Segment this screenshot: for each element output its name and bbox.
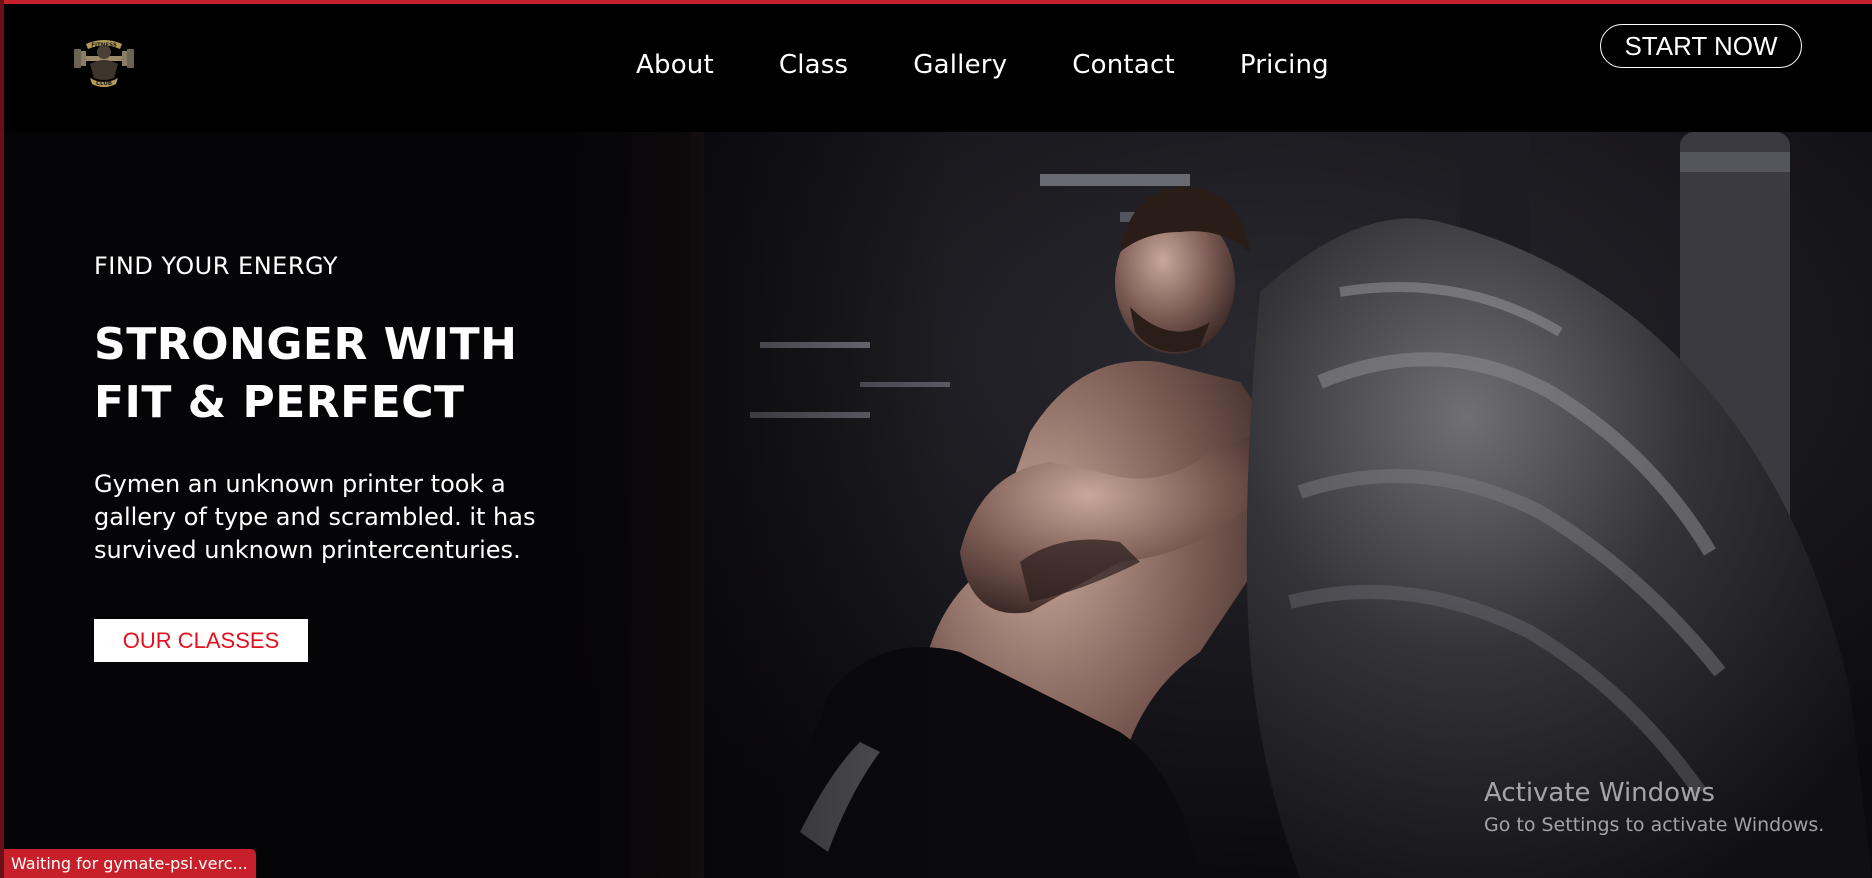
our-classes-button[interactable]: OUR CLASSES — [94, 619, 308, 662]
dumbbell-fitness-club-logo-icon: FITNESS CLUB — [74, 40, 134, 87]
page: FITNESS CLUB About Class Gallery Contact… — [0, 0, 1872, 878]
activate-windows-subtitle: Go to Settings to activate Windows. — [1484, 814, 1825, 836]
start-now-button[interactable]: START NOW — [1600, 24, 1802, 68]
fitness-club-logo[interactable]: FITNESS CLUB — [72, 34, 136, 90]
hero-section: FIND YOUR ENERGY STRONGER WITH FIT & PER… — [0, 132, 1872, 878]
left-accent-bar — [0, 0, 4, 878]
activate-windows-watermark: Activate Windows Go to Settings to activ… — [1484, 778, 1824, 836]
hero-eyebrow: FIND YOUR ENERGY — [94, 252, 339, 280]
logo-text-bottom: CLUB — [96, 81, 112, 87]
hero-content: FIND YOUR ENERGY STRONGER WITH FIT & PER… — [94, 252, 574, 662]
activate-windows-title: Activate Windows — [1484, 778, 1715, 808]
browser-status-bar: Waiting for gymate-psi.verc... — [4, 849, 256, 878]
hero-headline: STRONGER WITH FIT & PERFECT — [94, 316, 574, 432]
nav-link-about[interactable]: About — [636, 50, 714, 80]
logo-text-top: FITNESS — [91, 43, 117, 49]
nav-link-pricing[interactable]: Pricing — [1240, 50, 1329, 80]
hero-headline-line-1: STRONGER WITH — [94, 319, 518, 370]
navbar: FITNESS CLUB About Class Gallery Contact… — [0, 4, 1872, 132]
nav-link-contact[interactable]: Contact — [1072, 50, 1175, 80]
nav-link-class[interactable]: Class — [779, 50, 848, 80]
hero-description: Gymen an unknown printer took a gallery … — [94, 470, 536, 564]
main-nav: About Class Gallery Contact Pricing — [636, 50, 1329, 80]
man-flipping-tire-photo — [560, 132, 1872, 878]
nav-link-gallery[interactable]: Gallery — [913, 50, 1007, 80]
hero-headline-line-2: FIT & PERFECT — [94, 377, 465, 428]
